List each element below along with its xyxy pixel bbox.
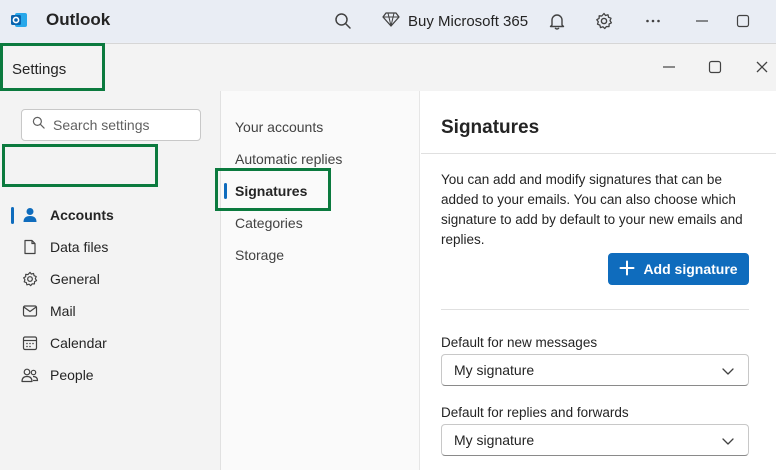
- search-icon: [32, 116, 45, 134]
- chevron-down-icon: [720, 433, 736, 449]
- search-icon[interactable]: [331, 9, 355, 33]
- diamond-icon: [382, 10, 400, 33]
- plus-icon: [619, 260, 635, 279]
- page-title: Signatures: [441, 117, 540, 138]
- add-signature-label: Add signature: [643, 261, 738, 277]
- search-settings-box[interactable]: [21, 109, 201, 141]
- divider: [441, 309, 749, 310]
- dialog-close-icon[interactable]: [751, 56, 773, 78]
- nav-item-label: Accounts: [50, 207, 114, 223]
- nav-item-general[interactable]: General: [8, 265, 208, 293]
- chevron-down-icon: [720, 363, 736, 379]
- gear-icon[interactable]: [592, 9, 616, 33]
- search-settings-input[interactable]: [53, 117, 183, 133]
- add-signature-button[interactable]: Add signature: [608, 253, 749, 285]
- outlook-logo-icon: [10, 11, 28, 29]
- more-options-icon[interactable]: [641, 9, 665, 33]
- maximize-icon[interactable]: [731, 9, 755, 33]
- highlight-box-settings: [0, 43, 105, 91]
- highlight-box-accounts: [2, 144, 158, 187]
- default-replies-value: My signature: [454, 432, 535, 448]
- settings-dialog: Settings Accounts: [0, 43, 776, 470]
- app-titlebar: Outlook Buy Microsoft 365: [0, 0, 776, 42]
- signatures-description: You can add and modify signatures that c…: [441, 172, 743, 247]
- nav-item-calendar[interactable]: Calendar: [8, 329, 208, 357]
- document-icon: [21, 238, 39, 256]
- nav-item-label: Calendar: [50, 335, 107, 351]
- default-replies-select[interactable]: My signature: [441, 424, 749, 456]
- default-replies-label: Default for replies and forwards: [441, 405, 629, 420]
- dialog-header: Settings: [0, 44, 776, 91]
- calendar-icon: [21, 334, 39, 352]
- default-new-messages-select[interactable]: My signature: [441, 354, 749, 386]
- dialog-maximize-icon[interactable]: [704, 56, 726, 78]
- selection-indicator: [11, 207, 14, 224]
- minimize-icon[interactable]: [690, 9, 714, 33]
- default-new-messages-value: My signature: [454, 362, 535, 378]
- nav-item-label: Data files: [50, 239, 109, 255]
- nav-item-data-files[interactable]: Data files: [8, 233, 208, 261]
- default-new-messages-label: Default for new messages: [441, 335, 598, 350]
- highlight-box-signatures: [215, 168, 331, 211]
- nav-item-people[interactable]: People: [8, 361, 208, 389]
- people-icon: [21, 366, 39, 384]
- nav-item-label: People: [50, 367, 94, 383]
- divider: [421, 153, 776, 154]
- gear-icon: [21, 270, 39, 288]
- subnav-categories[interactable]: Categories: [235, 215, 303, 231]
- buy-microsoft-365-button[interactable]: Buy Microsoft 365: [382, 9, 528, 33]
- subnav-automatic-replies[interactable]: Automatic replies: [235, 151, 342, 167]
- signatures-panel: Signatures You can add and modify signat…: [421, 91, 776, 470]
- nav-item-mail[interactable]: Mail: [8, 297, 208, 325]
- buy-label: Buy Microsoft 365: [408, 12, 529, 30]
- mail-icon: [21, 302, 39, 320]
- nav-item-accounts[interactable]: Accounts: [8, 201, 208, 229]
- nav-item-label: General: [50, 271, 100, 287]
- app-name: Outlook: [46, 10, 111, 29]
- person-icon: [21, 206, 39, 224]
- bell-icon[interactable]: [545, 9, 569, 33]
- dialog-minimize-icon[interactable]: [658, 56, 680, 78]
- nav-item-label: Mail: [50, 303, 76, 319]
- subnav-storage[interactable]: Storage: [235, 247, 284, 263]
- subnav-your-accounts[interactable]: Your accounts: [235, 119, 323, 135]
- accounts-sub-nav: Your accounts Automatic replies Signatur…: [221, 91, 420, 470]
